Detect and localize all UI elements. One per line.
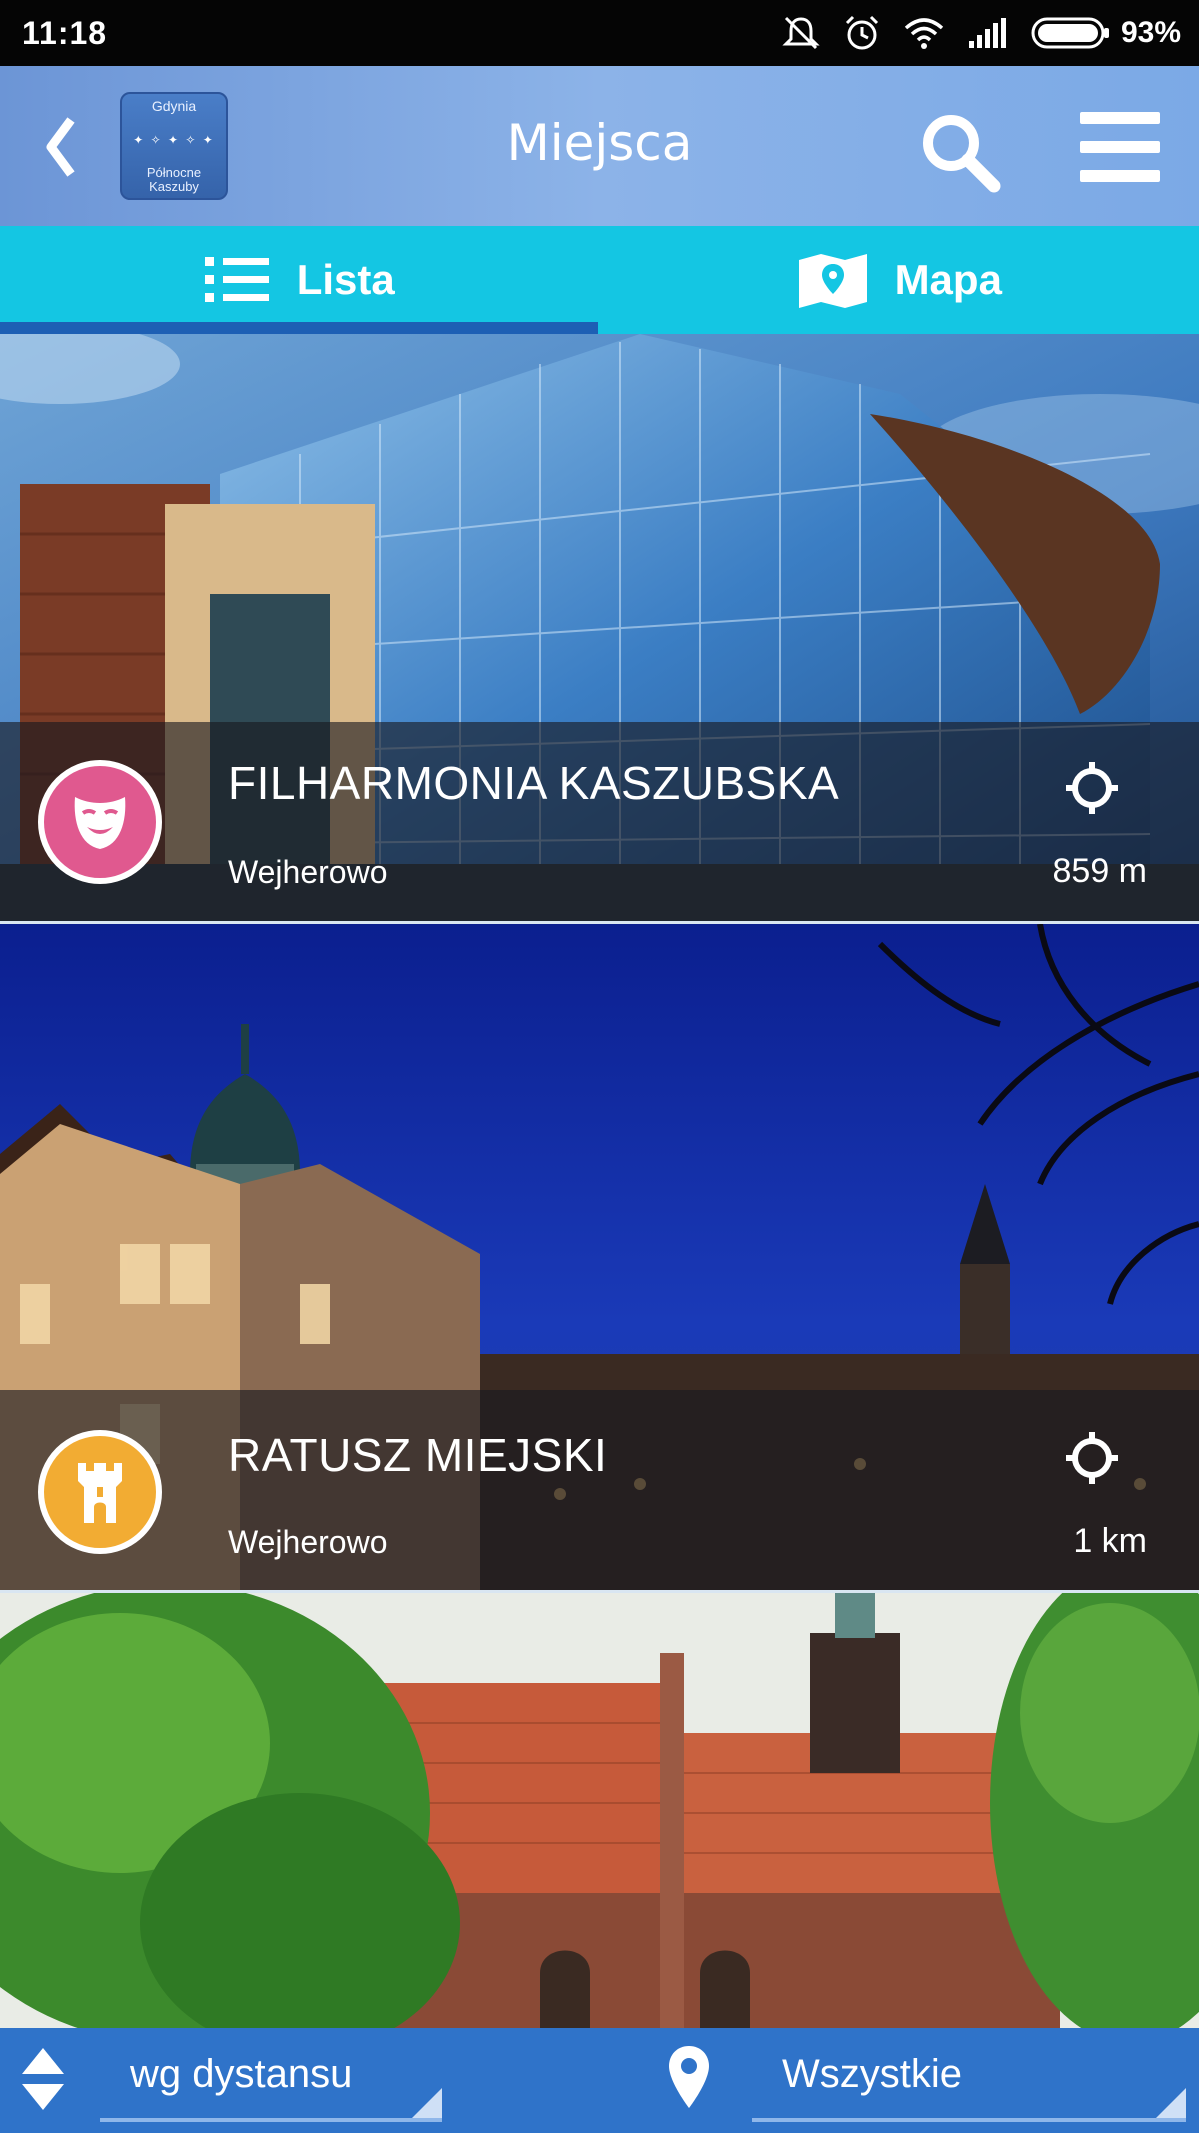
sort-arrows-icon[interactable] <box>20 2046 66 2112</box>
mute-icon <box>782 16 820 50</box>
tab-lista-label: Lista <box>296 256 395 303</box>
place-name: RATUSZ MIEJSKI <box>228 1429 608 1481</box>
status-time: 11:18 <box>22 14 108 51</box>
hamburger-menu-icon <box>1080 112 1160 124</box>
alarm-icon <box>845 15 879 50</box>
category-filter-value: Wszystkie <box>782 2052 962 2096</box>
page-title: Miejsca <box>506 114 693 172</box>
bottom-filter-bar: wg dystansu Wszystkie <box>0 2028 1199 2133</box>
tab-lista[interactable]: Lista <box>0 226 600 334</box>
location-pin-icon[interactable] <box>666 2044 712 2110</box>
crosshair-icon[interactable] <box>1064 760 1120 816</box>
place-card-ratusz[interactable]: RATUSZ MIEJSKI Wejherowo 1 km <box>0 924 1199 1590</box>
place-card-church[interactable] <box>0 1593 1199 2028</box>
category-filter-dropdown[interactable]: Wszystkie <box>752 2036 1186 2122</box>
search-icon <box>923 115 1001 193</box>
sort-dropdown[interactable]: wg dystansu <box>100 2036 442 2122</box>
signal-icon <box>968 18 1006 48</box>
battery-icon <box>1031 17 1109 49</box>
category-badge <box>38 760 162 884</box>
castle-tower-icon <box>78 1463 122 1523</box>
card-info-overlay <box>0 722 1199 922</box>
place-distance: 859 m <box>1052 852 1148 890</box>
dropdown-arrow-icon <box>1156 2088 1186 2118</box>
place-name: FILHARMONIA KASZUBSKA <box>228 757 840 809</box>
card-info-overlay <box>0 1390 1199 1590</box>
crosshair-icon[interactable] <box>1064 1430 1120 1486</box>
tab-mapa[interactable]: Mapa <box>600 226 1199 334</box>
place-photo-church <box>0 1593 1199 2028</box>
category-badge <box>38 1430 162 1554</box>
place-city: Wejherowo <box>228 1524 388 1560</box>
wifi-icon <box>904 18 944 49</box>
active-tab-indicator <box>0 322 598 334</box>
search-button[interactable] <box>918 110 1002 194</box>
logo-top-text: Gdynia <box>151 98 197 114</box>
place-card-filharmonia[interactable]: FILHARMONIA KASZUBSKA Wejherowo 859 m <box>0 334 1199 922</box>
map-pin-icon <box>798 254 867 308</box>
status-bar: 11:18 93% <box>0 0 1199 66</box>
place-distance: 1 km <box>1073 1522 1147 1560</box>
tab-mapa-label: Mapa <box>894 256 1002 303</box>
dropdown-arrow-icon <box>412 2088 442 2118</box>
app-bar: Gdynia ✦ ✧ ✦ ✧ ✦ Północne Kaszuby Miejsc… <box>0 66 1199 226</box>
sort-dropdown-value: wg dystansu <box>130 2052 353 2096</box>
battery: 93% <box>1031 16 1181 50</box>
view-tabs: Lista Mapa <box>0 226 1199 334</box>
battery-percent: 93% <box>1120 16 1181 49</box>
status-icons: 93% <box>781 14 1181 52</box>
hamburger-menu-icon-bar <box>1080 141 1160 153</box>
menu-button[interactable] <box>1080 112 1160 182</box>
logo-bottom-line-2: Kaszuby <box>149 179 199 194</box>
theater-mask-icon <box>74 797 126 849</box>
place-city: Wejherowo <box>228 854 388 890</box>
list-icon <box>204 257 269 302</box>
hamburger-menu-icon-bar <box>1080 170 1160 182</box>
